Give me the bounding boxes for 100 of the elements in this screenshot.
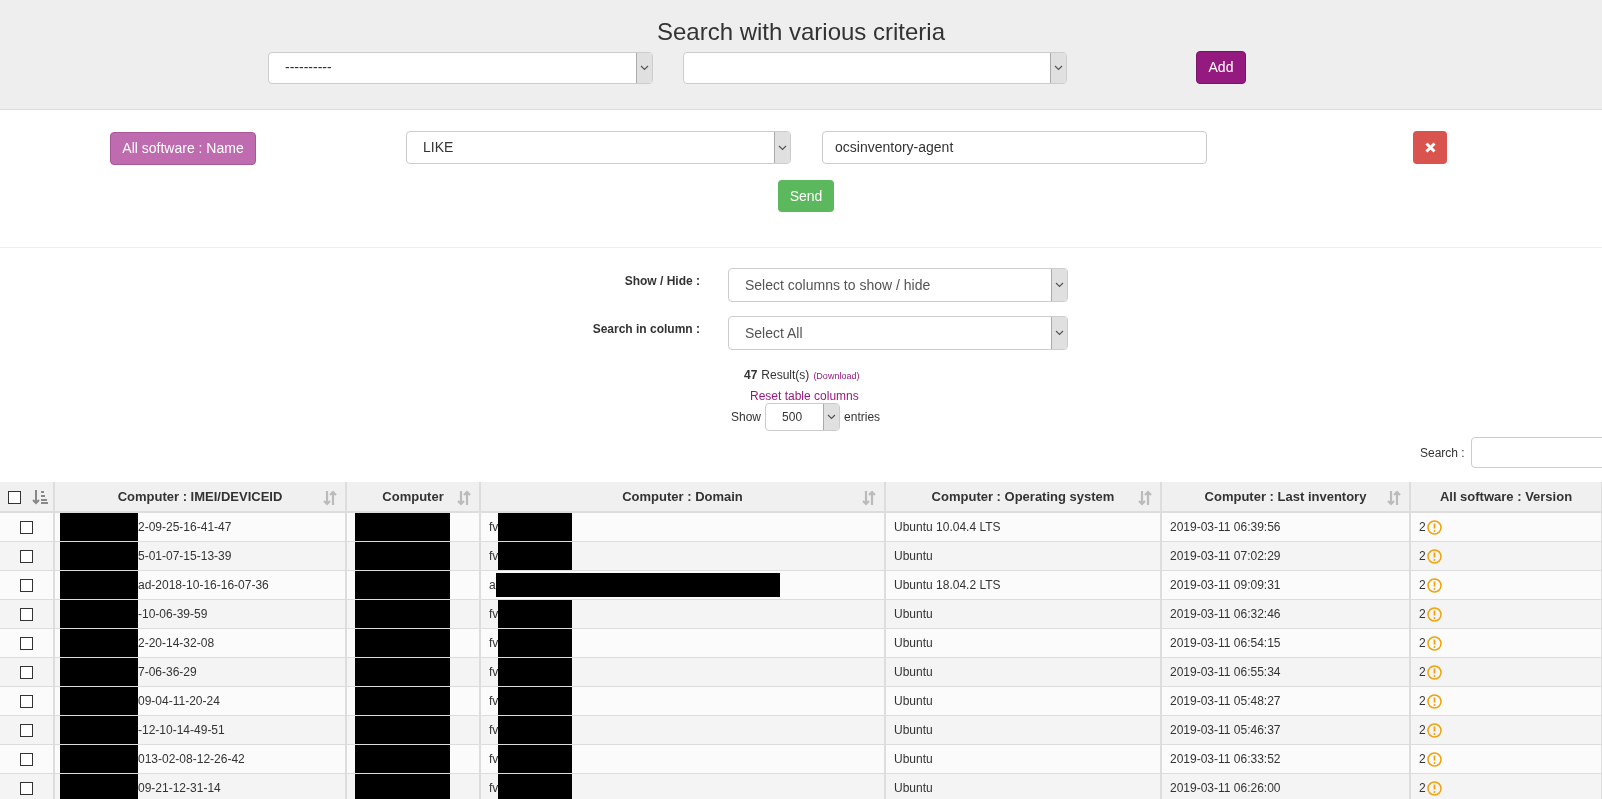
table-cell: 2019-03-11 06:33:52 [1170,752,1281,766]
table-cell: Ubuntu [894,752,933,766]
table-cell-text: fv [489,780,499,797]
table-cell: Ubuntu [894,694,933,708]
download-link[interactable]: (Download) [813,370,860,384]
table-cell-text: 2 [1419,519,1426,536]
table-cell-text: 2-09-25-16-41-47 [138,519,232,536]
warning-icon [1426,548,1442,564]
reset-link[interactable]: Reset table columns [750,387,859,405]
table-cell: Ubuntu [894,549,933,563]
column-header[interactable]: Computer : IMEI/DEVICEID [54,482,346,512]
table-cell: Ubuntu [894,781,933,795]
table-cell-text: 2 [1419,635,1426,652]
field-label: Show / Hide : [624,273,700,290]
table-cell-text: fv [489,664,499,681]
operator-select[interactable]: LIKE [406,131,791,164]
table-cell-text: fv [489,635,499,652]
warning-icon [1426,519,1442,535]
table-cell-text: 2 [1419,722,1426,739]
panel-title: Search with various criteria [655,17,947,47]
table-cell: 2019-03-11 06:39:56 [1170,520,1281,534]
table-cell-text: a [489,577,496,594]
caret-icon [1051,317,1067,349]
entries-label: entries [844,409,881,426]
table-cell: 2019-03-11 06:32:46 [1170,607,1281,621]
table-cell: Ubuntu 10.04.4 LTS [894,520,1001,534]
checkbox[interactable] [20,695,33,709]
column-header[interactable]: Computer [346,482,480,512]
table-cell: 2019-03-11 07:02:29 [1170,549,1281,563]
warning-icon [1426,577,1442,593]
column-header[interactable]: Computer : Last inventory [1161,482,1410,512]
table-cell-text: 2 [1419,780,1426,797]
checkbox[interactable] [20,753,33,767]
add-button[interactable]: Add [1196,51,1246,84]
table-cell-text: 2 [1419,664,1426,681]
table-cell-text: 2 [1419,751,1426,768]
table-cell: Ubuntu [894,607,933,621]
column-header[interactable]: Computer : Domain [480,482,885,512]
table-cell: 2019-03-11 09:09:31 [1170,578,1281,592]
warning-icon [1426,751,1442,767]
checkbox[interactable] [20,579,33,593]
table-cell: 2019-03-11 06:55:34 [1170,665,1281,679]
table-cell-text: 2 [1419,606,1426,623]
table-cell-text: 7-06-36-29 [138,664,197,681]
result-label: Result(s) [761,367,810,384]
table-cell-text: -12-10-14-49-51 [138,722,225,739]
table-cell: 2019-03-11 06:54:15 [1170,636,1281,650]
table-cell: Ubuntu [894,723,933,737]
table-cell: Ubuntu [894,636,933,650]
entries-select[interactable]: 500 [765,403,841,431]
result-count: 47 [744,367,758,384]
criteria-select[interactable]: ---------- [268,51,653,84]
checkbox[interactable] [20,521,33,535]
value-input[interactable]: ocsinventory-agent [822,131,1207,164]
caret-icon [774,132,790,163]
caret-icon [1050,52,1066,83]
checkbox[interactable] [20,608,33,622]
table-cell-text: fv [489,548,499,565]
caret-icon [636,52,652,83]
table-cell-text: -10-06-39-59 [138,606,208,623]
warning-icon [1426,606,1442,622]
table-cell: 2019-03-11 05:48:27 [1170,694,1281,708]
checkbox[interactable] [20,550,33,564]
table-cell-text: 2 [1419,577,1426,594]
warning-icon [1426,693,1442,709]
search-field[interactable] [1470,437,1602,468]
checkbox[interactable] [20,666,33,680]
table-cell: Ubuntu 18.04.2 LTS [894,578,1001,592]
criterion-label: All software : Name [110,132,256,165]
table-cell: 2019-03-11 06:26:00 [1170,781,1281,795]
column-select[interactable]: Select All [728,316,1068,350]
checkbox[interactable] [20,724,33,738]
checkbox[interactable] [20,637,33,651]
table-cell-text: 09-21-12-31-14 [138,780,221,797]
remove-button[interactable] [1413,131,1447,164]
table-cell-text: 5-01-07-15-13-39 [138,548,232,565]
table-cell-text: fv [489,519,499,536]
sort-icon [32,489,48,505]
table-cell-text: 09-04-11-20-24 [138,693,220,710]
warning-icon [1426,722,1442,738]
caret-icon [823,404,840,430]
table-cell-text: fv [489,751,499,768]
search-label: Search : [1420,444,1465,462]
warning-icon [1426,664,1442,680]
table-cell-text: ad-2018-10-16-16-07-36 [138,577,269,594]
column-header[interactable]: All software : Version [1410,482,1602,512]
table-cell-text: fv [489,722,499,739]
table-cell-text: fv [489,693,499,710]
table-cell: Ubuntu [894,665,933,679]
checkbox[interactable] [20,782,33,796]
field-label: Search in column : [592,321,700,338]
checkbox[interactable] [8,491,21,504]
columns-select[interactable]: Select columns to show / hide [728,268,1068,302]
table-cell-text: 2 [1419,693,1426,710]
warning-icon [1426,635,1442,651]
column-header[interactable]: Computer : Operating system [885,482,1161,512]
table-cell-text: 2 [1419,548,1426,565]
caret-icon [1051,269,1067,301]
table-cell-text: 013-02-08-12-26-42 [138,751,245,768]
show-label: Show [731,409,762,426]
